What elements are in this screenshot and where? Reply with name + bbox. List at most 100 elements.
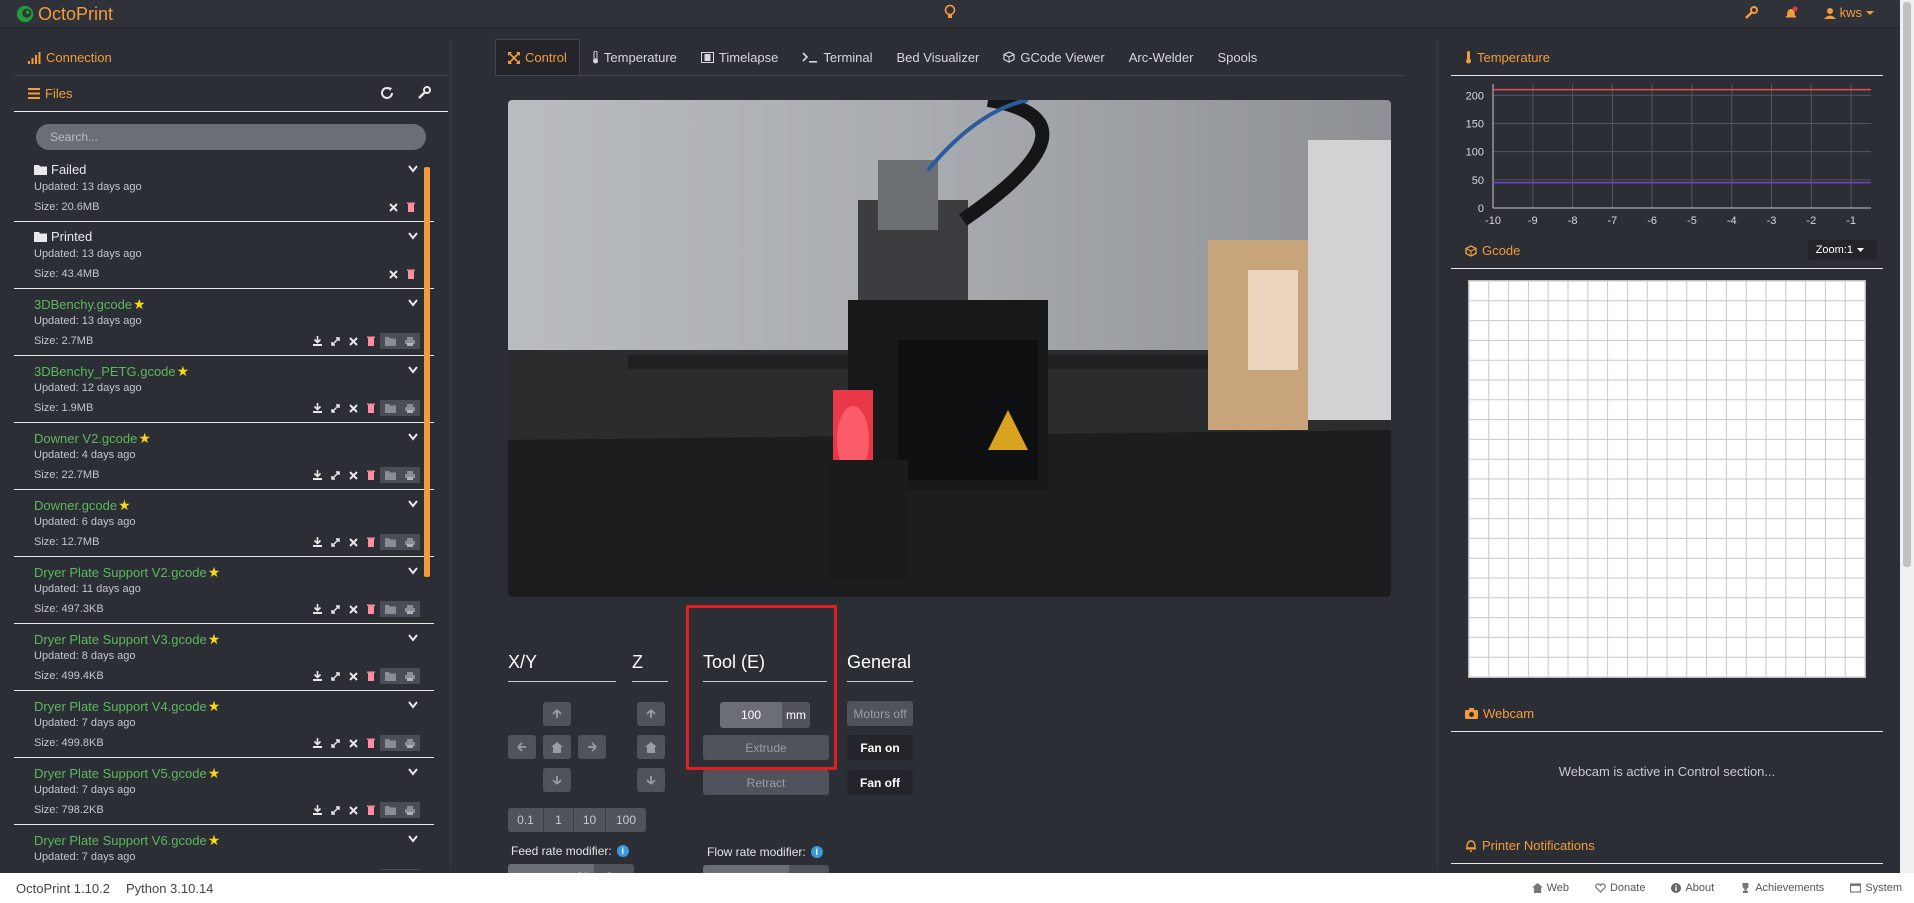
- webcam-panel-header[interactable]: Webcam: [1451, 696, 1883, 732]
- print-button[interactable]: [400, 869, 420, 870]
- delete-button[interactable]: [362, 869, 380, 870]
- user-menu[interactable]: kws: [1823, 5, 1874, 20]
- file-name[interactable]: Printed: [34, 229, 92, 244]
- download-button[interactable]: [308, 534, 326, 550]
- cut-button[interactable]: [344, 601, 362, 617]
- move-button[interactable]: [326, 333, 344, 349]
- load-button[interactable]: [380, 668, 400, 684]
- file-name[interactable]: Dryer Plate Support V3.gcode ★: [34, 631, 220, 648]
- gcode-preview-canvas[interactable]: [1468, 280, 1866, 678]
- bell-icon[interactable]: [1784, 6, 1798, 20]
- file-name[interactable]: Dryer Plate Support V6.gcode ★: [34, 832, 220, 849]
- fan-on-button[interactable]: Fan on: [847, 735, 913, 760]
- delete-button[interactable]: [362, 735, 380, 751]
- footer-about-link[interactable]: About: [1671, 882, 1714, 894]
- move-button[interactable]: [326, 601, 344, 617]
- tab-terminal[interactable]: Terminal: [790, 39, 884, 75]
- cut-button[interactable]: [344, 467, 362, 483]
- chevron-down-icon[interactable]: [408, 835, 418, 843]
- file-item[interactable]: 3DBenchy.gcode ★ Updated: 13 days ago Size:…: [14, 289, 434, 356]
- files-search-input[interactable]: Search...: [36, 124, 426, 150]
- home-xy-button[interactable]: [543, 735, 571, 759]
- file-item[interactable]: Dryer Plate Support V2.gcode ★ Updated: 11…: [14, 557, 434, 624]
- lightbulb-icon[interactable]: [943, 4, 957, 22]
- file-list-scrollbar[interactable]: [424, 167, 430, 577]
- delete-button[interactable]: [362, 534, 380, 550]
- move-button[interactable]: [326, 668, 344, 684]
- delete-button[interactable]: [362, 668, 380, 684]
- print-button[interactable]: [400, 333, 420, 349]
- move-button[interactable]: [326, 400, 344, 416]
- download-button[interactable]: [308, 467, 326, 483]
- file-name[interactable]: Downer V2.gcode ★: [34, 430, 151, 447]
- chevron-down-icon[interactable]: [408, 500, 418, 508]
- footer-system-link[interactable]: System: [1850, 882, 1902, 894]
- delete-button[interactable]: [402, 266, 420, 282]
- chevron-down-icon[interactable]: [408, 433, 418, 441]
- file-item[interactable]: Dryer Plate Support V6.gcode ★ Updated: 7 …: [14, 825, 434, 870]
- gcode-panel-header[interactable]: Gcode Zoom:1: [1451, 233, 1883, 269]
- move-button[interactable]: [384, 199, 402, 215]
- file-item[interactable]: Downer.gcode ★ Updated: 6 days ago Size: 12…: [14, 490, 434, 557]
- files-panel-header[interactable]: Files: [14, 76, 448, 112]
- step-1-button[interactable]: 1: [544, 808, 574, 832]
- delete-button[interactable]: [362, 400, 380, 416]
- download-button[interactable]: [308, 333, 326, 349]
- load-button[interactable]: [380, 467, 400, 483]
- print-button[interactable]: [400, 601, 420, 617]
- wrench-icon[interactable]: [417, 86, 431, 100]
- step-100-button[interactable]: 100: [606, 808, 646, 832]
- cut-button[interactable]: [344, 668, 362, 684]
- tab-spools[interactable]: Spools: [1205, 39, 1269, 75]
- file-item[interactable]: Dryer Plate Support V4.gcode ★ Updated: 7 …: [14, 691, 434, 758]
- jog-x-right-button[interactable]: [578, 735, 606, 759]
- delete-button[interactable]: [362, 467, 380, 483]
- print-button[interactable]: [400, 735, 420, 751]
- brand[interactable]: OctoPrint: [16, 4, 113, 24]
- file-name[interactable]: Dryer Plate Support V2.gcode ★: [34, 564, 220, 581]
- file-name[interactable]: Dryer Plate Support V5.gcode ★: [34, 765, 220, 782]
- file-item[interactable]: Downer V2.gcode ★ Updated: 4 days ago Size:…: [14, 423, 434, 490]
- cut-button[interactable]: [344, 869, 362, 870]
- file-name[interactable]: Failed: [34, 162, 86, 177]
- jog-y-up-button[interactable]: [543, 702, 571, 726]
- cut-button[interactable]: [344, 735, 362, 751]
- move-button[interactable]: [326, 467, 344, 483]
- print-button[interactable]: [400, 668, 420, 684]
- download-button[interactable]: [308, 802, 326, 818]
- load-button[interactable]: [380, 735, 400, 751]
- zoom-dropdown[interactable]: Zoom:1: [1807, 240, 1877, 260]
- retract-button[interactable]: Retract: [703, 770, 829, 795]
- cut-button[interactable]: [344, 802, 362, 818]
- tab-control[interactable]: Control: [495, 39, 580, 75]
- load-button[interactable]: [380, 601, 400, 617]
- footer-achievements-link[interactable]: Achievements: [1740, 882, 1824, 894]
- refresh-icon[interactable]: [380, 86, 394, 100]
- footer-donate-link[interactable]: Donate: [1595, 882, 1645, 894]
- print-button[interactable]: [400, 802, 420, 818]
- move-button[interactable]: [326, 534, 344, 550]
- motors-off-button[interactable]: Motors off: [847, 701, 913, 726]
- file-name[interactable]: Dryer Plate Support V4.gcode ★: [34, 698, 220, 715]
- load-button[interactable]: [380, 869, 400, 870]
- delete-button[interactable]: [362, 601, 380, 617]
- page-scrollbar[interactable]: [1900, 0, 1914, 873]
- step-0-1-button[interactable]: 0.1: [508, 808, 544, 832]
- info-icon[interactable]: i: [616, 845, 629, 857]
- chevron-down-icon[interactable]: [408, 768, 418, 776]
- download-button[interactable]: [308, 668, 326, 684]
- chevron-down-icon[interactable]: [408, 366, 418, 374]
- folder-item[interactable]: Failed Updated: 13 days ago Size: 20.6MB: [14, 155, 434, 222]
- footer-web-link[interactable]: Web: [1531, 882, 1569, 894]
- delete-button[interactable]: [362, 802, 380, 818]
- cut-button[interactable]: [344, 534, 362, 550]
- chevron-down-icon[interactable]: [408, 299, 418, 307]
- move-button[interactable]: [326, 869, 344, 870]
- connection-panel-header[interactable]: Connection: [14, 40, 448, 76]
- load-button[interactable]: [380, 400, 400, 416]
- home-z-button[interactable]: [637, 735, 665, 759]
- chevron-down-icon[interactable]: [408, 165, 418, 173]
- jog-z-down-button[interactable]: [637, 768, 665, 792]
- fan-off-button[interactable]: Fan off: [847, 770, 913, 795]
- chevron-down-icon[interactable]: [408, 701, 418, 709]
